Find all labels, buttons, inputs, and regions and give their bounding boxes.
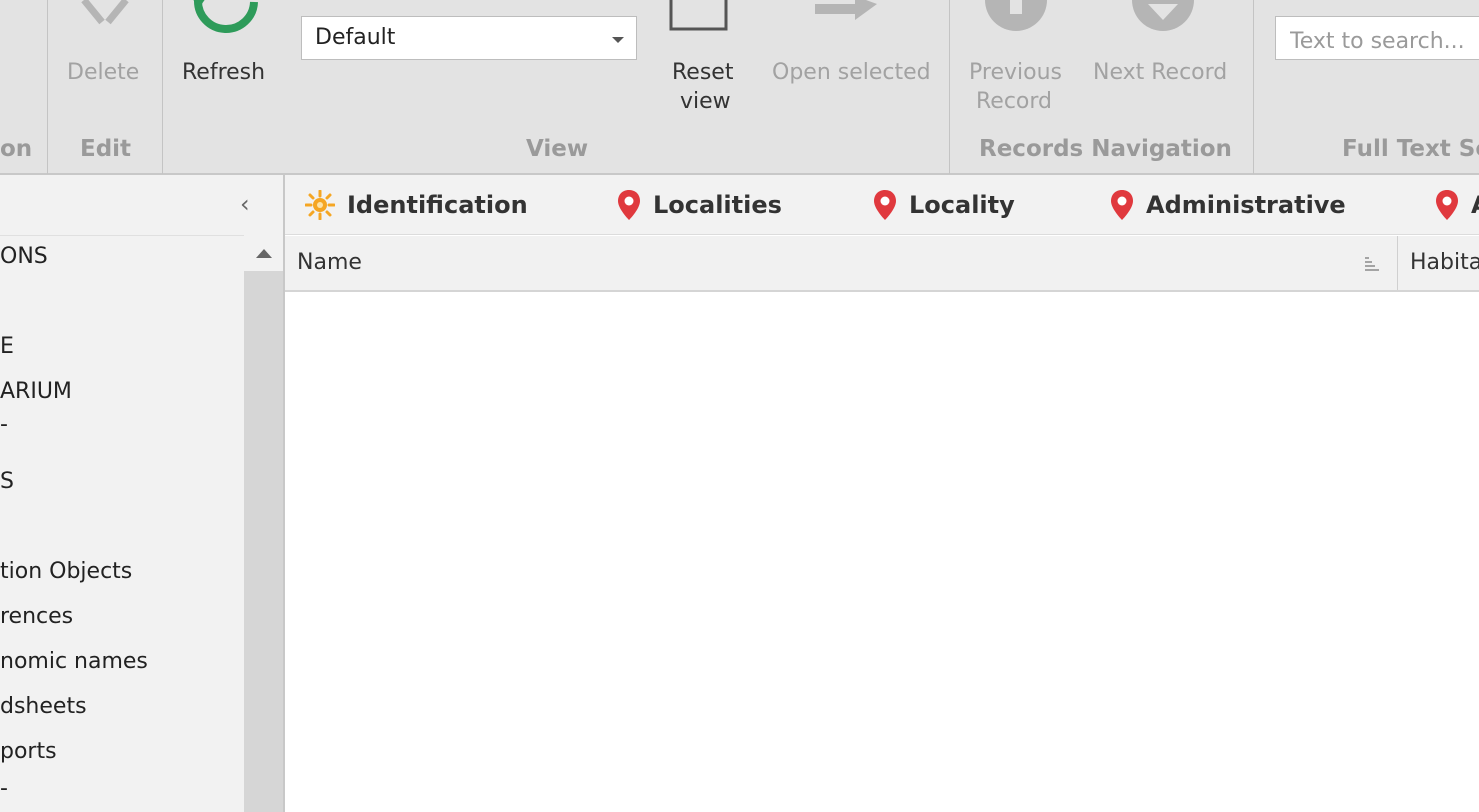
sidebar-item[interactable]: - <box>0 411 8 439</box>
grid-header: Name Habita <box>285 236 1479 292</box>
group-label-records-navigation: Records Navigation <box>979 136 1232 162</box>
tab-label: Administrative <box>1146 191 1346 219</box>
sidebar-item[interactable]: dsheets <box>0 693 87 721</box>
sidebar-item[interactable]: S <box>0 468 14 496</box>
delete-x-icon <box>81 0 129 25</box>
sun-icon <box>305 190 335 220</box>
chevron-down-icon <box>612 37 624 43</box>
group-label-edit: Edit <box>80 136 132 162</box>
group-separator <box>1253 0 1254 174</box>
view-combo[interactable]: Default <box>301 16 637 60</box>
sidebar-item[interactable]: ONS <box>0 243 48 271</box>
tab-localities[interactable]: Localities <box>617 185 782 225</box>
refresh-icon <box>193 0 258 33</box>
refresh-label: Refresh <box>182 60 266 85</box>
sidebar-item[interactable]: - <box>0 775 8 803</box>
map-pin-icon <box>618 190 640 220</box>
map-pin-icon <box>1111 190 1133 220</box>
group-label-full-text-search: Full Text Se <box>1342 136 1479 162</box>
previous-record-label-line1: Previous <box>969 60 1062 85</box>
reset-view-icon <box>669 0 728 31</box>
group-separator <box>162 0 163 174</box>
grid-body[interactable] <box>285 292 1479 812</box>
tab-label: Locality <box>909 191 1015 219</box>
sidebar-item[interactable]: tion Objects <box>0 558 132 586</box>
tab-label: Identification <box>347 191 528 219</box>
column-header-habitat[interactable]: Habita <box>1410 250 1479 275</box>
column-header-name[interactable]: Name <box>297 250 362 275</box>
ribbon: Delete Refresh Default Reset view Open s… <box>0 0 1479 175</box>
sidebar-scrollbar[interactable] <box>244 271 283 812</box>
group-label-first: on <box>0 136 33 162</box>
tab-label: A <box>1471 191 1479 219</box>
arrow-right-icon <box>815 0 877 20</box>
collapse-sidebar-button[interactable]: ‹ <box>240 189 250 219</box>
sidebar-divider <box>0 235 244 236</box>
group-separator <box>47 0 48 174</box>
tab-bar: Identification Localities Locality Admin… <box>285 175 1479 235</box>
previous-record-label-line2: Record <box>976 89 1053 114</box>
tab-administrative[interactable]: Administrative <box>1110 185 1346 225</box>
tab-partial[interactable]: A <box>1435 185 1479 225</box>
tab-locality[interactable]: Locality <box>873 185 1015 225</box>
column-separator[interactable] <box>1397 236 1398 290</box>
sort-icon[interactable] <box>1363 256 1381 272</box>
scroll-up-icon[interactable] <box>256 249 272 258</box>
sidebar-item[interactable]: E <box>0 333 14 361</box>
open-selected-label: Open selected <box>772 60 931 85</box>
arrow-up-circle-icon <box>985 0 1047 31</box>
delete-label: Delete <box>67 60 140 85</box>
sidebar-item[interactable]: ports <box>0 738 57 766</box>
map-pin-icon <box>1436 190 1458 220</box>
sidebar-item[interactable]: ARIUM <box>0 378 72 406</box>
reset-view-label-line1: Reset <box>672 60 734 85</box>
navigation-sidebar: ‹ ONS E ARIUM - S tion Objects rences no… <box>0 175 285 812</box>
tab-label: Localities <box>653 191 782 219</box>
group-separator <box>949 0 950 174</box>
search-input[interactable] <box>1275 16 1479 60</box>
sidebar-item[interactable]: nomic names <box>0 648 148 676</box>
tab-identification[interactable]: Identification <box>305 185 528 225</box>
sidebar-item[interactable]: rences <box>0 603 73 631</box>
view-combo-value: Default <box>315 25 396 50</box>
map-pin-icon <box>874 190 896 220</box>
group-label-view: View <box>526 136 589 162</box>
arrow-down-circle-icon <box>1132 0 1194 31</box>
reset-view-label-line2: view <box>680 89 731 114</box>
next-record-label: Next Record <box>1093 60 1228 85</box>
